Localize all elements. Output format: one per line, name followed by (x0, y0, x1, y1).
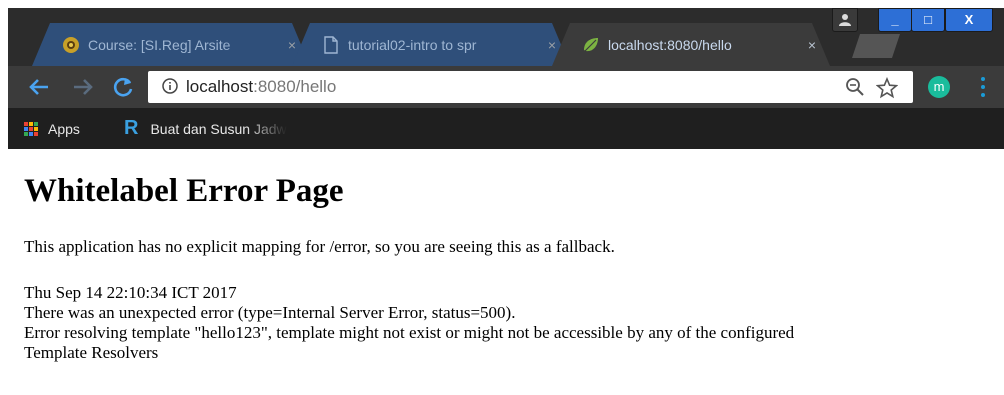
close-window-button[interactable]: X (945, 8, 993, 32)
browser-toolbar: localhost:8080/hello m (8, 66, 1004, 108)
star-icon[interactable] (876, 77, 898, 99)
tab-title: tutorial02-intro to spr (348, 36, 477, 53)
browser-window: Course: [SI.Reg] Arsite × tutorial02-int… (8, 8, 1004, 395)
maximize-button[interactable]: □ (911, 8, 945, 32)
desktop-edge (0, 8, 8, 395)
profile-avatar[interactable]: m (928, 76, 950, 98)
tab-localhost[interactable]: localhost:8080/hello × (552, 23, 830, 66)
desktop-strip (0, 0, 1004, 8)
page-content: Whitelabel Error Page This application h… (8, 149, 1004, 395)
tab-tutorial[interactable]: tutorial02-intro to spr × (292, 23, 570, 66)
page-title: Whitelabel Error Page (24, 173, 344, 209)
close-window-icon: X (964, 12, 974, 27)
zoom-icon[interactable] (845, 77, 865, 97)
url-text[interactable]: localhost:8080/hello (186, 77, 336, 97)
apps-grid-icon (24, 121, 38, 136)
bookmark-label: Apps (48, 120, 80, 137)
maximize-icon: □ (924, 12, 932, 27)
minimize-icon: _ (891, 12, 899, 27)
new-tab-button[interactable] (848, 34, 908, 58)
error-detail-line: Error resolving template "hello123", tem… (24, 323, 795, 342)
bookmark-label: Buat dan Susun Jadw (150, 120, 287, 137)
user-icon (839, 14, 851, 26)
info-icon[interactable] (162, 78, 178, 94)
reload-icon[interactable] (110, 74, 136, 100)
error-timestamp: Thu Sep 14 22:10:34 ICT 2017 (24, 283, 237, 302)
spring-leaf-favicon-icon (584, 37, 598, 51)
error-detail-line: Template Resolvers (24, 343, 159, 362)
document-favicon-icon (324, 35, 338, 54)
minimize-button[interactable]: _ (878, 8, 912, 32)
r-logo-icon: R (124, 117, 139, 139)
error-message: This application has no explicit mapping… (24, 237, 615, 256)
url-path: :8080/hello (253, 77, 337, 96)
error-status: There was an unexpected error (type=Inte… (24, 303, 516, 322)
url-host: localhost (186, 77, 254, 96)
tab-title: Course: [SI.Reg] Arsite (88, 36, 231, 53)
error-details: Thu Sep 14 22:10:34 ICT 2017 There was a… (24, 283, 794, 363)
bookmark-jadwal[interactable]: R Buat dan Susun Jadw (124, 108, 344, 149)
forward-arrow-icon[interactable] (70, 74, 96, 100)
tab-title: localhost:8080/hello (608, 36, 732, 53)
tab-course[interactable]: Course: [SI.Reg] Arsite × (32, 23, 310, 66)
menu-kebab-icon[interactable] (980, 75, 986, 99)
bookmark-apps[interactable]: Apps (24, 108, 80, 149)
tab-strip: Course: [SI.Reg] Arsite × tutorial02-int… (8, 8, 1004, 66)
profile-switcher-button[interactable] (832, 8, 858, 32)
bookmarks-bar: Apps R Buat dan Susun Jadw (8, 108, 1004, 149)
address-bar[interactable]: localhost:8080/hello (148, 71, 913, 103)
back-arrow-icon[interactable] (26, 74, 52, 100)
close-icon[interactable]: × (808, 37, 816, 53)
course-favicon-icon (63, 36, 79, 53)
